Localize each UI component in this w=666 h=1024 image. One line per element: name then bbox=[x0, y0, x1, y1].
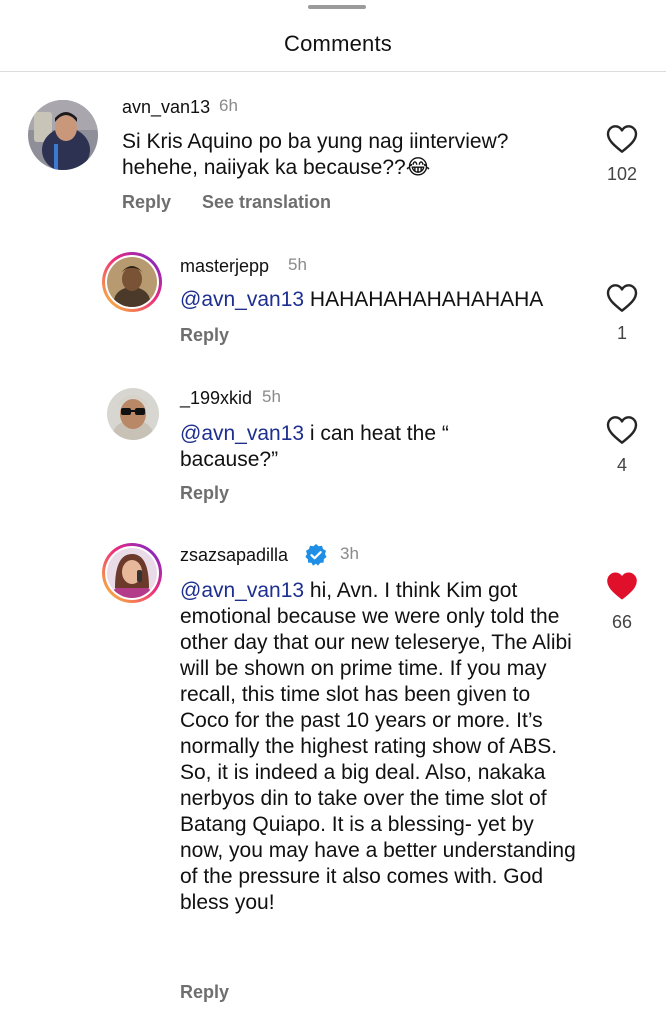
reply-button[interactable]: Reply bbox=[180, 982, 229, 1003]
comment-body: HAHAHAHAHAHAHAHA bbox=[304, 288, 544, 311]
avatar[interactable] bbox=[102, 252, 162, 312]
comment-text: @avn_van13 hi, Avn. I think Kim got emot… bbox=[180, 578, 580, 916]
like-count: 4 bbox=[616, 455, 627, 475]
like-count: 66 bbox=[611, 612, 633, 632]
avatar-photo bbox=[107, 548, 157, 598]
page-title: Comments bbox=[284, 31, 392, 56]
comment-text: @avn_van13 HAHAHAHAHAHAHAHA bbox=[180, 287, 580, 313]
mention-link[interactable]: @avn_van13 bbox=[180, 422, 304, 445]
avatar-photo bbox=[107, 257, 157, 307]
timestamp: 5h bbox=[288, 255, 307, 274]
see-translation-button[interactable]: See translation bbox=[202, 192, 331, 213]
drag-handle[interactable] bbox=[308, 5, 366, 9]
verified-badge-icon bbox=[305, 544, 327, 566]
mention-link[interactable]: @avn_van13 bbox=[180, 579, 304, 602]
avatar[interactable] bbox=[107, 388, 159, 440]
liked-heart-icon[interactable] bbox=[606, 571, 638, 601]
username[interactable]: _199xkid bbox=[180, 388, 252, 409]
comments-sheet: Comments avn_van13 6h Si Kris Aquino po … bbox=[0, 0, 666, 1024]
comment-text: Si Kris Aquino po ba yung nag iinterview… bbox=[122, 130, 509, 179]
heart-icon[interactable] bbox=[606, 415, 638, 445]
reply-button[interactable]: Reply bbox=[180, 483, 229, 504]
username[interactable]: masterjepp bbox=[180, 256, 269, 277]
comment-text: @avn_van13 i can heat the “ bacause?” bbox=[180, 421, 510, 473]
avatar-photo bbox=[28, 100, 98, 170]
username[interactable]: zsazsapadilla bbox=[180, 545, 288, 566]
username[interactable]: avn_van13 bbox=[122, 97, 210, 118]
avatar-photo bbox=[107, 388, 159, 440]
timestamp: 3h bbox=[340, 544, 359, 563]
like-count: 1 bbox=[616, 323, 627, 343]
heart-icon[interactable] bbox=[606, 283, 638, 313]
reply-button[interactable]: Reply bbox=[180, 325, 229, 346]
avatar[interactable] bbox=[102, 543, 162, 603]
like-count: 102 bbox=[606, 164, 638, 184]
timestamp: 6h bbox=[219, 96, 238, 115]
timestamp: 5h bbox=[262, 387, 281, 406]
comment-body: hi, Avn. I think Kim got emotional becau… bbox=[180, 579, 576, 914]
reply-button[interactable]: Reply bbox=[122, 192, 171, 213]
mention-link[interactable]: @avn_van13 bbox=[180, 288, 304, 311]
header-divider bbox=[0, 71, 666, 72]
avatar[interactable] bbox=[28, 100, 98, 170]
heart-icon[interactable] bbox=[606, 124, 638, 154]
